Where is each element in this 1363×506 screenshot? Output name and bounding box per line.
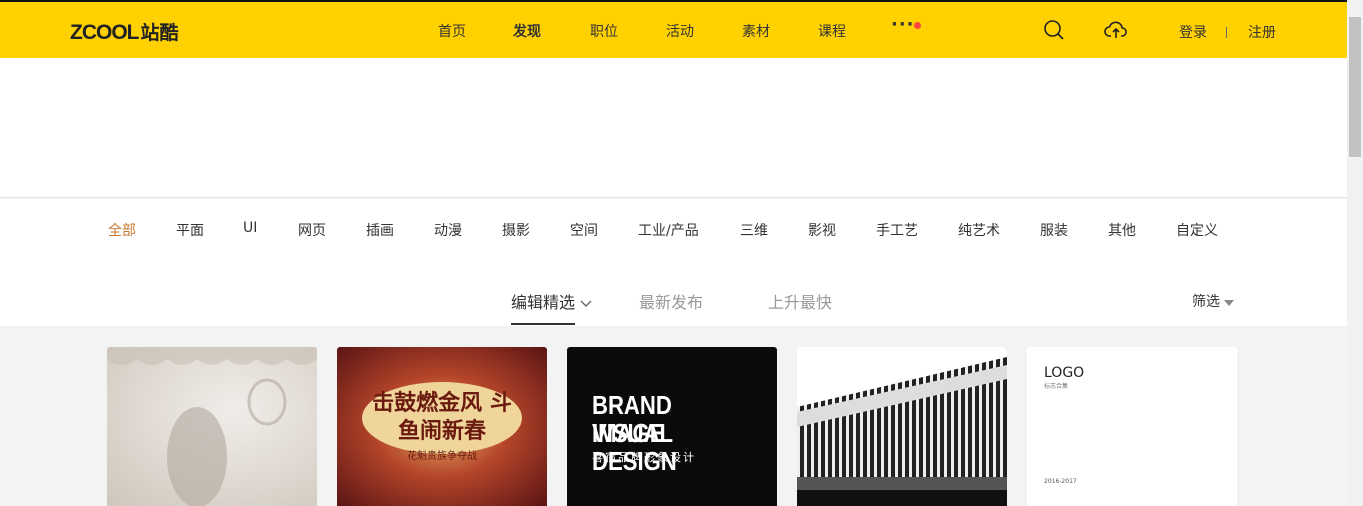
nav-events[interactable]: 活动 (666, 21, 694, 41)
category-film[interactable]: 影视 (808, 220, 836, 240)
category-animation[interactable]: 动漫 (434, 220, 462, 240)
banner-area (0, 58, 1347, 198)
category-all[interactable]: 全部 (108, 220, 136, 240)
category-illustration[interactable]: 插画 (366, 220, 394, 240)
login-link[interactable]: 登录 (1179, 22, 1207, 42)
category-fashion[interactable]: 服装 (1040, 220, 1068, 240)
category-bar: 全部 平面 UI 网页 插画 动漫 摄影 空间 工业/产品 三维 影视 手工艺 … (0, 199, 1347, 326)
category-craft[interactable]: 手工艺 (876, 220, 918, 240)
divider (1226, 27, 1227, 38)
chevron-down-icon (580, 300, 592, 307)
filter-button[interactable]: 筛选 (1192, 291, 1235, 311)
register-link[interactable]: 注册 (1248, 22, 1276, 42)
category-other[interactable]: 其他 (1108, 220, 1136, 240)
work-card[interactable] (107, 347, 317, 506)
work-card[interactable]: LOGO 标志合集 2016-2017 (1027, 347, 1237, 506)
work-card[interactable] (797, 347, 1007, 506)
category-custom[interactable]: 自定义 (1176, 220, 1218, 240)
poster-line2: IMAGE DESIGN (592, 418, 677, 476)
category-web[interactable]: 网页 (298, 220, 326, 240)
card-subtitle: 标志合集 (1044, 383, 1069, 390)
category-3d[interactable]: 三维 (740, 220, 768, 240)
more-button[interactable]: ··· (891, 14, 915, 35)
active-tab-indicator (511, 323, 575, 325)
scrollbar-thumb[interactable] (1349, 17, 1361, 157)
nav-courses[interactable]: 课程 (818, 21, 846, 41)
category-space[interactable]: 空间 (570, 220, 598, 240)
card-year: 2016-2017 (1044, 478, 1077, 485)
upload-cloud-icon[interactable] (1104, 19, 1128, 41)
category-graphic[interactable]: 平面 (176, 220, 204, 240)
search-icon[interactable] (1043, 19, 1065, 41)
poster-subtitle: 喜宿品牌形象设计 (592, 451, 696, 464)
nav-materials[interactable]: 素材 (742, 21, 770, 41)
building-image (797, 347, 1007, 506)
nav-jobs[interactable]: 职位 (590, 21, 618, 41)
caret-down-icon (1224, 300, 1235, 306)
logo[interactable]: ZCOOL 站酷 (70, 18, 179, 45)
work-card[interactable]: BRAND VISUAL IMAGE DESIGN 喜宿品牌形象设计 (567, 347, 777, 506)
category-photography[interactable]: 摄影 (502, 220, 530, 240)
nav-discover[interactable]: 发现 (513, 21, 541, 41)
nav-home[interactable]: 首页 (438, 21, 466, 41)
work-card[interactable]: 击鼓燃金风 斗鱼闹新春 花魁贵族争夺战 (337, 347, 547, 506)
card-title: LOGO (1044, 365, 1085, 381)
silhouette-image (107, 347, 317, 506)
category-industrial[interactable]: 工业/产品 (638, 220, 699, 240)
tab-latest[interactable]: 最新发布 (639, 289, 703, 313)
category-ui[interactable]: UI (243, 220, 257, 236)
category-fine-art[interactable]: 纯艺术 (958, 220, 1000, 240)
poster-title: 击鼓燃金风 斗鱼闹新春 (362, 382, 522, 454)
header: ZCOOL 站酷 首页 发现 职位 活动 素材 课程 ··· 登录 注册 (0, 2, 1347, 58)
tab-rising[interactable]: 上升最快 (768, 289, 832, 313)
poster-subtitle: 花魁贵族争夺战 (407, 451, 477, 462)
tab-editor-picks[interactable]: 编辑精选 (511, 289, 592, 313)
notification-dot (914, 22, 921, 29)
